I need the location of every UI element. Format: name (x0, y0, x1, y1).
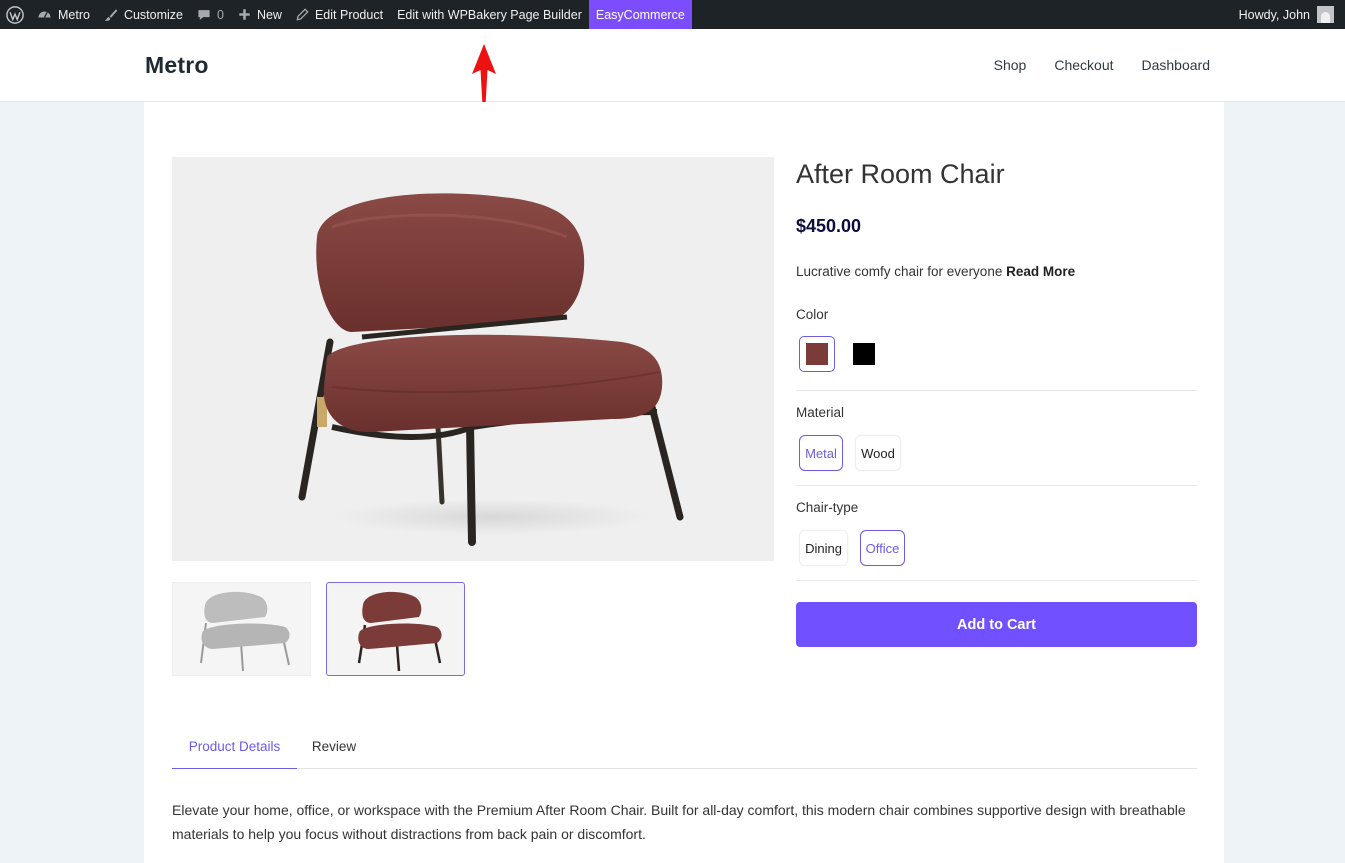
color-swatch-brown-fill (806, 343, 828, 365)
plus-icon (239, 9, 250, 20)
nav-shop[interactable]: Shop (994, 57, 1027, 73)
product-title: After Room Chair (796, 159, 1005, 189)
product-price: $450.00 (796, 216, 862, 236)
short-description-text: Lucrative comfy chair for everyone (796, 264, 1003, 279)
dashboard-icon (38, 11, 51, 18)
pencil-icon (296, 8, 309, 21)
divider (796, 485, 1197, 486)
site-title[interactable]: Metro (145, 52, 209, 79)
product-thumbnail-2[interactable] (326, 582, 465, 676)
color-swatch-brown[interactable] (799, 336, 835, 372)
material-label: Material (796, 405, 845, 420)
chair-type-option-office[interactable]: Office (860, 530, 905, 566)
new-content-link[interactable]: New (231, 0, 289, 29)
customize-link[interactable]: Customize (97, 0, 190, 29)
product-page: After Room Chair $450.00 Lucrative comfy… (144, 102, 1224, 863)
color-label: Color (796, 307, 829, 322)
divider (796, 580, 1197, 581)
comment-icon (198, 9, 210, 20)
account-menu[interactable]: Howdy, John (1232, 0, 1345, 29)
edit-product-label: Edit Product (314, 7, 384, 22)
chair-type-option-dining[interactable]: Dining (799, 530, 848, 566)
nav-checkout[interactable]: Checkout (1054, 57, 1113, 73)
color-swatch-black[interactable] (846, 336, 882, 372)
admin-bar: Metro Customize 0 New Edit Product Edit … (0, 0, 1345, 29)
edit-product-link[interactable]: Edit Product (289, 0, 390, 29)
comments-count: 0 (217, 7, 224, 22)
avatar (1317, 6, 1334, 23)
wordpress-logo-icon[interactable] (0, 0, 30, 29)
tab-product-details[interactable]: Product Details (172, 724, 297, 769)
read-more-link[interactable]: Read More (1006, 264, 1075, 279)
edit-wpbakery-link[interactable]: Edit with WPBakery Page Builder (390, 0, 589, 29)
comments-link[interactable]: 0 (190, 0, 231, 29)
howdy-label: Howdy, John (1238, 7, 1310, 22)
nav-dashboard[interactable]: Dashboard (1142, 57, 1211, 73)
brush-icon (104, 8, 118, 21)
easycommerce-link[interactable]: EasyCommerce (588, 0, 692, 29)
product-main-image[interactable] (172, 157, 774, 561)
chair-type-label: Chair-type (796, 500, 859, 515)
material-option-wood[interactable]: Wood (855, 435, 901, 471)
site-header: Metro Shop Checkout Dashboard (0, 29, 1345, 102)
product-short-description: Lucrative comfy chair for everyone Read … (796, 264, 1075, 279)
product-thumbnail-1[interactable] (172, 582, 311, 676)
main-nav: Shop Checkout Dashboard (994, 57, 1210, 73)
edit-wpbakery-label: Edit with WPBakery Page Builder (397, 7, 582, 22)
product-tabs: Product Details Review (172, 724, 1197, 769)
customize-label: Customize (123, 7, 183, 22)
admin-bar-site-name: Metro (58, 7, 90, 22)
new-label: New (256, 7, 282, 22)
product-long-description: Elevate your home, office, or workspace … (172, 802, 1186, 842)
tab-review[interactable]: Review (297, 724, 371, 769)
add-to-cart-button[interactable]: Add to Cart (796, 602, 1197, 647)
admin-bar-site-link[interactable]: Metro (30, 0, 97, 29)
easycommerce-label: EasyCommerce (595, 7, 685, 22)
material-option-metal[interactable]: Metal (799, 435, 843, 471)
divider (796, 390, 1197, 391)
color-swatch-black-fill (853, 343, 875, 365)
